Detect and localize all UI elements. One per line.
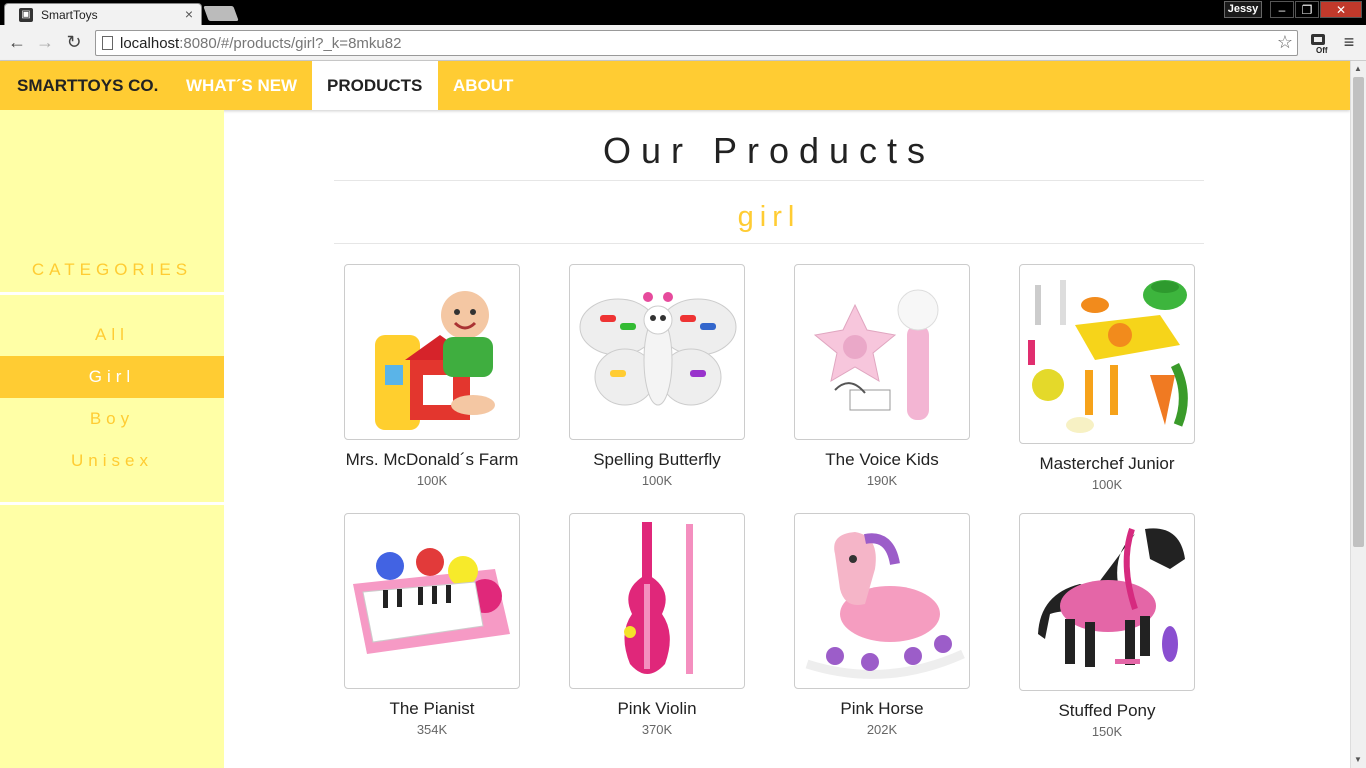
scrollbar-thumb[interactable] bbox=[1353, 77, 1364, 547]
reload-button[interactable]: ↻ bbox=[63, 31, 85, 53]
back-button[interactable]: ← bbox=[6, 31, 28, 53]
microphone-toy-icon[interactable] bbox=[794, 264, 970, 440]
divider bbox=[0, 292, 224, 295]
scroll-up-icon[interactable]: ▲ bbox=[1354, 64, 1362, 73]
product-card[interactable]: Pink Horse 202K bbox=[794, 513, 970, 737]
restore-button[interactable]: ❐ bbox=[1295, 1, 1319, 18]
brand-logo[interactable]: SMARTTOYS CO. bbox=[17, 76, 158, 96]
nav-products[interactable]: PRODUCTS bbox=[312, 61, 438, 110]
piano-toy-icon[interactable] bbox=[344, 513, 520, 689]
violin-toy-icon[interactable] bbox=[569, 513, 745, 689]
product-card[interactable]: Masterchef Junior 100K bbox=[1019, 264, 1195, 492]
product-name[interactable]: Stuffed Pony bbox=[1019, 701, 1195, 721]
pony-toy-icon[interactable] bbox=[1019, 513, 1195, 691]
categories-title: CATEGORIES bbox=[31, 260, 193, 279]
divider bbox=[334, 243, 1204, 244]
butterfly-toy-icon[interactable] bbox=[569, 264, 745, 440]
category-girl[interactable]: Girl bbox=[0, 356, 224, 398]
product-name[interactable]: Mrs. McDonald´s Farm bbox=[344, 450, 520, 470]
category-all[interactable]: All bbox=[0, 314, 224, 356]
product-card[interactable]: The Pianist 354K bbox=[344, 513, 520, 737]
divider bbox=[0, 502, 224, 505]
product-count: 150K bbox=[1091, 724, 1123, 739]
category-unisex[interactable]: Unisex bbox=[0, 440, 224, 482]
bookmark-star-icon[interactable]: ☆ bbox=[1277, 32, 1293, 53]
browser-titlebar: ▣ SmartToys × Jessy – ❐ ✕ bbox=[0, 0, 1366, 25]
favicon-icon: ▣ bbox=[19, 8, 33, 22]
category-boy[interactable]: Boy bbox=[0, 398, 224, 440]
svg-text:Off: Off bbox=[1316, 46, 1328, 54]
new-tab-button[interactable] bbox=[203, 6, 239, 21]
nav-whats-new[interactable]: WHAT´S NEW bbox=[171, 61, 312, 110]
product-count: 100K bbox=[1091, 477, 1123, 492]
product-name[interactable]: Pink Violin bbox=[569, 699, 745, 719]
product-count: 190K bbox=[866, 473, 898, 488]
divider bbox=[334, 180, 1204, 181]
product-count: 100K bbox=[416, 473, 448, 488]
scroll-down-icon[interactable]: ▼ bbox=[1354, 755, 1362, 764]
rocking-horse-icon[interactable] bbox=[794, 513, 970, 689]
product-name[interactable]: Spelling Butterfly bbox=[569, 450, 745, 470]
product-name[interactable]: The Pianist bbox=[344, 699, 520, 719]
browser-tab[interactable]: ▣ SmartToys × bbox=[4, 3, 202, 25]
categories-sidebar: CATEGORIES All Girl Boy Unisex bbox=[0, 110, 224, 768]
product-card[interactable]: Stuffed Pony 150K bbox=[1019, 513, 1195, 739]
products-content: Our Products girl Mrs. McDonald´s Farm 1… bbox=[224, 110, 1350, 768]
product-count: 202K bbox=[866, 722, 898, 737]
product-card[interactable]: The Voice Kids 190K bbox=[794, 264, 970, 488]
forward-button[interactable]: → bbox=[34, 31, 56, 53]
tab-close-icon[interactable]: × bbox=[185, 6, 193, 22]
product-count: 370K bbox=[641, 722, 673, 737]
product-card[interactable]: Pink Violin 370K bbox=[569, 513, 745, 737]
product-card[interactable]: Mrs. McDonald´s Farm 100K bbox=[344, 264, 520, 488]
url-text[interactable]: localhost:8080/#/products/girl?_k=8mku82 bbox=[120, 35, 401, 52]
browser-menu-icon[interactable]: ≡ bbox=[1340, 33, 1358, 51]
nav-about[interactable]: ABOUT bbox=[438, 61, 528, 110]
product-name[interactable]: Pink Horse bbox=[794, 699, 970, 719]
product-count: 354K bbox=[416, 722, 448, 737]
product-count: 100K bbox=[641, 473, 673, 488]
extension-icon[interactable]: Off bbox=[1309, 32, 1331, 54]
tab-title: SmartToys bbox=[41, 8, 98, 22]
site-navbar: SMARTTOYS CO. WHAT´S NEW PRODUCTS ABOUT bbox=[0, 61, 1350, 110]
product-name[interactable]: Masterchef Junior bbox=[1019, 454, 1195, 474]
farm-toy-icon[interactable] bbox=[344, 264, 520, 440]
page-scrollbar[interactable]: ▲ ▼ bbox=[1350, 61, 1366, 768]
page-icon bbox=[102, 36, 113, 50]
kitchen-set-icon[interactable] bbox=[1019, 264, 1195, 444]
user-badge[interactable]: Jessy bbox=[1224, 1, 1262, 18]
category-heading: girl bbox=[737, 201, 801, 233]
product-card[interactable]: Spelling Butterfly 100K bbox=[569, 264, 745, 488]
browser-toolbar: ← → ↻ localhost:8080/#/products/girl?_k=… bbox=[0, 25, 1366, 61]
minimize-button[interactable]: – bbox=[1270, 1, 1294, 18]
address-bar[interactable]: localhost:8080/#/products/girl?_k=8mku82… bbox=[95, 30, 1298, 56]
page-title: Our Products bbox=[602, 130, 936, 171]
close-window-button[interactable]: ✕ bbox=[1320, 1, 1362, 18]
product-name[interactable]: The Voice Kids bbox=[794, 450, 970, 470]
page: SMARTTOYS CO. WHAT´S NEW PRODUCTS ABOUT … bbox=[0, 61, 1350, 768]
